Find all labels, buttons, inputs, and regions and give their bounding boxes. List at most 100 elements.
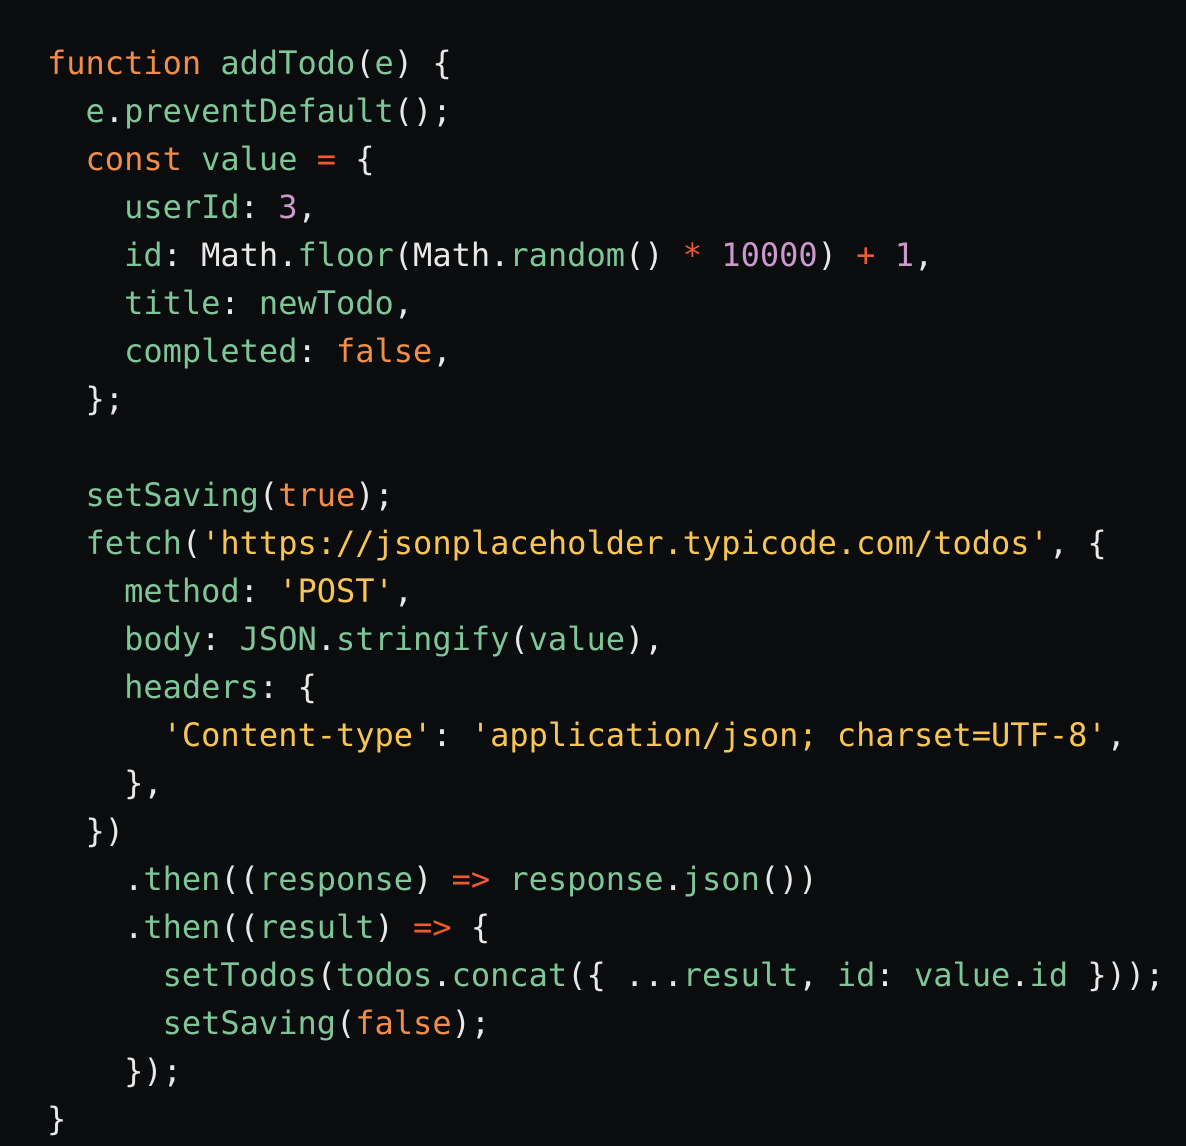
code-line: }): [47, 807, 1186, 855]
code-token-operator: +: [856, 236, 876, 274]
code-line: .then((result) => {: [47, 903, 1186, 951]
code-token-punctuation: :: [258, 668, 279, 706]
code-token-keyword: false: [335, 332, 433, 370]
code-token-keyword: false: [355, 1004, 452, 1042]
code-token-punctuation: .: [104, 92, 125, 130]
code-line: setSaving(true);: [47, 471, 1186, 519]
code-token-punctuation: (): [624, 236, 664, 274]
code-token-punctuation: {: [470, 908, 491, 946]
code-token-punctuation: :: [297, 332, 317, 370]
code-token-punctuation: ({: [567, 956, 606, 994]
code-token-punctuation: ...: [624, 956, 683, 994]
code-token-function: response: [509, 860, 664, 898]
code-token-number: 10000: [721, 236, 818, 274]
code-token-function: e: [85, 92, 105, 130]
code-token-function: e: [374, 44, 394, 82]
code-line: id: Math.floor(Math.random() * 10000) + …: [47, 231, 1186, 279]
code-token-function: result: [682, 956, 799, 994]
code-token-punctuation: {: [432, 44, 452, 82]
code-line: completed: false,: [47, 327, 1186, 375]
code-token-punctuation: ,: [393, 572, 414, 610]
code-token-plain: Math: [181, 236, 279, 274]
code-editor: function addTodo(e) { e.preventDefault()…: [0, 0, 1186, 1146]
code-token-function: id: [1029, 956, 1069, 994]
code-token-punctuation: {: [355, 140, 375, 178]
code-token-punctuation: :: [239, 188, 259, 226]
code-token-property: headers: [124, 668, 259, 706]
code-token-punctuation: :: [239, 572, 259, 610]
code-line: const value = {: [47, 135, 1186, 183]
code-token-keyword: true: [278, 476, 356, 514]
code-token-string: 'application/json; charset=UTF-8': [470, 716, 1107, 754]
code-block: function addTodo(e) { e.preventDefault()…: [47, 39, 1186, 1143]
code-token-punctuation: ();: [393, 92, 452, 130]
code-token-number: 3: [278, 188, 298, 226]
code-token-function: todos: [335, 956, 433, 994]
code-token-punctuation: );: [451, 1004, 491, 1042]
code-token-punctuation: ),: [624, 620, 664, 658]
code-token-function: stringify: [335, 620, 510, 658]
code-line: },: [47, 759, 1186, 807]
code-token-punctuation: ()): [759, 860, 818, 898]
code-token-number: 1: [894, 236, 914, 274]
code-line: setSaving(false);: [47, 999, 1186, 1047]
code-token-property: id: [124, 236, 163, 274]
code-token-property: id: [836, 956, 876, 994]
code-token-punctuation: ,: [432, 332, 452, 370]
code-token-punctuation: .: [124, 908, 144, 946]
code-token-keyword: function: [47, 44, 202, 82]
code-token-function: newTodo: [258, 284, 394, 322]
code-token-punctuation: ): [374, 908, 394, 946]
code-token-function: result: [258, 908, 375, 946]
code-token-punctuation: .: [124, 860, 144, 898]
code-token-punctuation: :: [201, 620, 221, 658]
code-token-punctuation: (: [509, 620, 529, 658]
code-token-function: concat: [451, 956, 568, 994]
code-token-string: 'Content-type': [162, 716, 433, 754]
code-token-punctuation: (: [393, 236, 414, 274]
code-token-property: title: [124, 284, 221, 322]
code-token-punctuation: .: [663, 860, 683, 898]
code-token-string: 'https://jsonplaceholder.typicode.com/to…: [201, 524, 1049, 562]
code-token-punctuation: (: [258, 476, 279, 514]
code-token-punctuation: },: [124, 764, 163, 802]
code-token-function: value: [201, 140, 298, 178]
code-token-punctuation: :: [432, 716, 452, 754]
code-token-punctuation: :: [875, 956, 895, 994]
code-token-punctuation: ): [413, 860, 433, 898]
code-token-function: JSON: [239, 620, 317, 658]
code-line: method: 'POST',: [47, 567, 1186, 615]
code-token-punctuation: {: [297, 668, 317, 706]
code-token-punctuation: ,: [393, 284, 414, 322]
code-token-punctuation: {: [1087, 524, 1107, 562]
code-token-plain: Math: [413, 236, 491, 274]
